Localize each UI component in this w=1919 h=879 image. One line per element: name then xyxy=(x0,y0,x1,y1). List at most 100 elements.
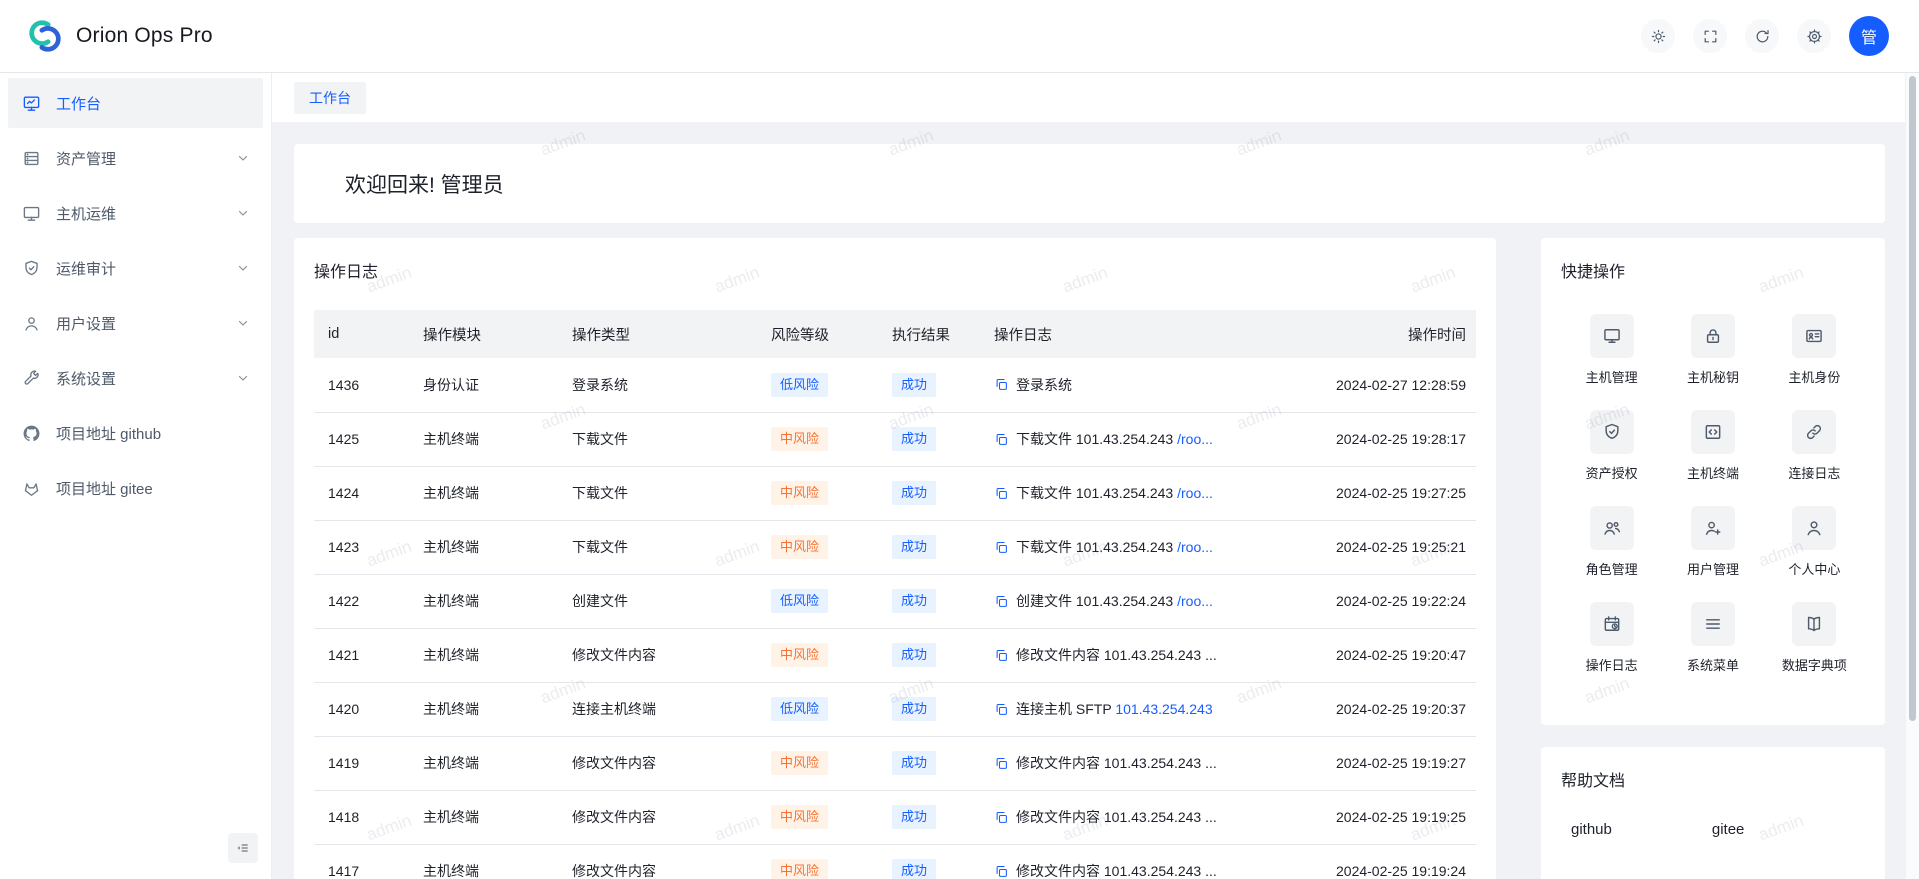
gitee-link[interactable]: gitee xyxy=(1712,821,1745,838)
result-badge: 成功 xyxy=(892,859,936,879)
user-plus-icon xyxy=(1691,506,1735,550)
sidebar-item-system-settings[interactable]: 系统设置 xyxy=(8,353,263,403)
cell-log: 修改文件内容 101.43.254.243 ... xyxy=(980,736,1301,790)
cell-result: 成功 xyxy=(878,844,980,879)
log-text: 修改文件内容 101.43.254.243 ... xyxy=(1016,645,1217,665)
sidebar-item-label: 项目地址 gitee xyxy=(56,478,153,499)
copy-icon[interactable] xyxy=(994,756,1009,771)
copy-icon[interactable] xyxy=(994,540,1009,555)
cell-result: 成功 xyxy=(878,358,980,412)
copy-icon[interactable] xyxy=(994,486,1009,501)
table-row: 1424 主机终端 下载文件 中风险 成功 下载文件 101.43.254.24… xyxy=(314,466,1476,520)
menu-icon xyxy=(1691,602,1735,646)
quick-action-profile[interactable]: 个人中心 xyxy=(1764,506,1865,578)
sidebar-item-audit[interactable]: 运维审计 xyxy=(8,243,263,293)
sidebar-item-label: 系统设置 xyxy=(56,368,116,389)
log-link[interactable]: /roo... xyxy=(1177,539,1213,555)
cell-log: 修改文件内容 101.43.254.243 ... xyxy=(980,790,1301,844)
cell-risk: 中风险 xyxy=(757,466,878,520)
quick-action-asset-grant[interactable]: 资产授权 xyxy=(1561,410,1662,482)
sidebar-item-label: 用户设置 xyxy=(56,313,116,334)
refresh-button[interactable] xyxy=(1745,19,1779,53)
sidebar-item-host-ops[interactable]: 主机运维 xyxy=(8,188,263,238)
log-text: 修改文件内容 101.43.254.243 ... xyxy=(1016,753,1217,773)
link-icon xyxy=(1792,410,1836,454)
breadcrumb-item-workbench[interactable]: 工作台 xyxy=(294,82,366,114)
result-badge: 成功 xyxy=(892,643,936,667)
col-risk: 风险等级 xyxy=(757,310,878,358)
id-card-icon xyxy=(1792,314,1836,358)
copy-icon[interactable] xyxy=(994,648,1009,663)
copy-icon[interactable] xyxy=(994,377,1009,392)
quick-action-role-manage[interactable]: 角色管理 xyxy=(1561,506,1662,578)
copy-icon[interactable] xyxy=(994,594,1009,609)
cell-log: 登录系统 xyxy=(980,358,1301,412)
user-icon xyxy=(1792,506,1836,550)
cell-risk: 低风险 xyxy=(757,358,878,412)
table-row: 1417 主机终端 修改文件内容 中风险 成功 修改文件内容 101.43.25… xyxy=(314,844,1476,879)
log-link[interactable]: /roo... xyxy=(1177,431,1213,447)
logo: Orion Ops Pro xyxy=(26,17,213,55)
quick-action-connect-log[interactable]: 连接日志 xyxy=(1764,410,1865,482)
log-link[interactable]: 101.43.254.243 xyxy=(1115,701,1212,717)
cell-time: 2024-02-25 19:27:25 xyxy=(1301,466,1476,520)
audit-icon xyxy=(22,259,41,278)
user-avatar[interactable]: 管 xyxy=(1849,16,1889,56)
chevron-down-icon xyxy=(237,317,249,329)
sidebar-collapse-button[interactable] xyxy=(228,833,258,863)
chevron-down-icon xyxy=(237,262,249,274)
sidebar-item-github[interactable]: 项目地址 github xyxy=(8,408,263,458)
settings-button[interactable] xyxy=(1797,19,1831,53)
operation-log-card: 操作日志 id 操作模块 操作类型 风险等级 执行结果 操作日志 操作时间 xyxy=(294,238,1496,879)
chevron-down-icon xyxy=(237,372,249,384)
cell-module: 主机终端 xyxy=(409,574,558,628)
quick-action-host-key[interactable]: 主机秘钥 xyxy=(1662,314,1763,386)
log-link[interactable]: /roo... xyxy=(1177,593,1213,609)
cell-log: 修改文件内容 101.43.254.243 ... xyxy=(980,844,1301,879)
copy-icon[interactable] xyxy=(994,432,1009,447)
cell-log: 创建文件 101.43.254.243 /roo... xyxy=(980,574,1301,628)
quick-action-host-terminal[interactable]: 主机终端 xyxy=(1662,410,1763,482)
log-text: 下载文件 101.43.254.243 /roo... xyxy=(1016,537,1213,557)
cell-module: 主机终端 xyxy=(409,520,558,574)
table-row: 1423 主机终端 下载文件 中风险 成功 下载文件 101.43.254.24… xyxy=(314,520,1476,574)
quick-action-data-dict[interactable]: 数据字典项 xyxy=(1764,602,1865,674)
sidebar-item-workbench[interactable]: 工作台 xyxy=(8,78,263,128)
wrench-icon xyxy=(22,369,41,388)
sidebar-item-label: 主机运维 xyxy=(56,203,116,224)
copy-icon[interactable] xyxy=(994,864,1009,879)
table-row: 1420 主机终端 连接主机终端 低风险 成功 连接主机 SFTP 101.43… xyxy=(314,682,1476,736)
cell-risk: 低风险 xyxy=(757,574,878,628)
cell-type: 下载文件 xyxy=(558,520,757,574)
sidebar-item-user-settings[interactable]: 用户设置 xyxy=(8,298,263,348)
cell-result: 成功 xyxy=(878,736,980,790)
github-link[interactable]: github xyxy=(1571,821,1612,838)
cell-module: 主机终端 xyxy=(409,466,558,520)
chevron-down-icon xyxy=(237,152,249,164)
copy-icon[interactable] xyxy=(994,810,1009,825)
cell-type: 修改文件内容 xyxy=(558,790,757,844)
log-text: 下载文件 101.43.254.243 /roo... xyxy=(1016,429,1213,449)
quick-action-user-manage[interactable]: 用户管理 xyxy=(1662,506,1763,578)
result-badge: 成功 xyxy=(892,373,936,397)
app-header: Orion Ops Pro 管 xyxy=(0,0,1919,73)
quick-action-op-log[interactable]: 操作日志 xyxy=(1561,602,1662,674)
result-badge: 成功 xyxy=(892,481,936,505)
scrollbar-thumb[interactable] xyxy=(1909,76,1916,721)
sidebar-item-gitee[interactable]: 项目地址 gitee xyxy=(8,463,263,513)
fullscreen-button[interactable] xyxy=(1693,19,1727,53)
cell-result: 成功 xyxy=(878,574,980,628)
cell-id: 1418 xyxy=(314,790,409,844)
quick-action-system-menu[interactable]: 系统菜单 xyxy=(1662,602,1763,674)
log-link[interactable]: /roo... xyxy=(1177,485,1213,501)
quick-action-host-identity[interactable]: 主机身份 xyxy=(1764,314,1865,386)
quick-action-label: 个人中心 xyxy=(1788,559,1840,578)
copy-icon[interactable] xyxy=(994,702,1009,717)
quick-action-host-manage[interactable]: 主机管理 xyxy=(1561,314,1662,386)
cell-risk: 中风险 xyxy=(757,412,878,466)
sidebar-item-assets[interactable]: 资产管理 xyxy=(8,133,263,183)
cell-type: 修改文件内容 xyxy=(558,736,757,790)
theme-button[interactable] xyxy=(1641,19,1675,53)
help-docs-title: 帮助文档 xyxy=(1561,767,1865,791)
quick-action-label: 资产授权 xyxy=(1586,463,1638,482)
